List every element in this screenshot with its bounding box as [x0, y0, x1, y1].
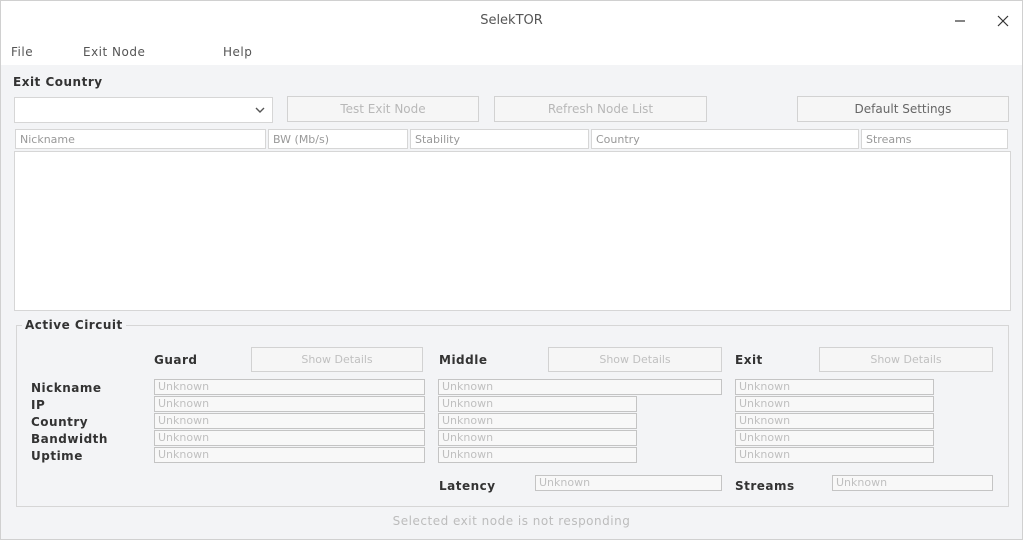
row-label-ip: IP — [31, 398, 46, 412]
column-header-nickname[interactable]: Nickname — [15, 129, 266, 149]
middle-column-label: Middle — [439, 353, 488, 367]
test-exit-button[interactable]: Test Exit Node — [287, 96, 479, 122]
guard-ip-field: Unknown — [154, 396, 425, 412]
country-combobox[interactable] — [14, 97, 273, 123]
menu-help[interactable]: Help — [223, 45, 252, 59]
exit-column-label: Exit — [735, 353, 763, 367]
chevron-down-icon — [254, 104, 266, 119]
column-header-streams[interactable]: Streams — [861, 129, 1008, 149]
title-bar: SelekTOR — [1, 1, 1022, 41]
guard-column-label: Guard — [154, 353, 198, 367]
minimize-icon — [955, 20, 965, 22]
status-text: Selected exit node is not responding — [392, 514, 631, 528]
active-circuit-group: Active Circuit Guard Show Details Middle… — [16, 318, 1009, 507]
column-header-bandwidth[interactable]: BW (Mb/s) — [268, 129, 408, 149]
window-title: SelekTOR — [480, 13, 543, 28]
refresh-list-button[interactable]: Refresh Node List — [494, 96, 707, 122]
close-button[interactable] — [989, 9, 1017, 33]
streams-field: Unknown — [832, 475, 993, 491]
guard-uptime-field: Unknown — [154, 447, 425, 463]
middle-bandwidth-field: Unknown — [438, 430, 637, 446]
app-window: SelekTOR File Exit Node Help Exit Countr… — [0, 0, 1023, 540]
exit-node-table[interactable] — [14, 151, 1011, 311]
row-label-uptime: Uptime — [31, 449, 83, 463]
exit-country-label: Exit Country — [13, 75, 103, 89]
guard-bandwidth-field: Unknown — [154, 430, 425, 446]
row-label-bandwidth: Bandwidth — [31, 432, 108, 446]
default-settings-button[interactable]: Default Settings — [797, 96, 1009, 122]
close-icon — [997, 15, 1009, 27]
menu-exit-node[interactable]: Exit Node — [83, 45, 145, 59]
menu-file[interactable]: File — [11, 45, 33, 59]
exit-bandwidth-field: Unknown — [735, 430, 934, 446]
column-header-country[interactable]: Country — [591, 129, 859, 149]
latency-label: Latency — [439, 479, 496, 493]
guard-nickname-field: Unknown — [154, 379, 425, 395]
latency-field: Unknown — [535, 475, 722, 491]
guard-country-field: Unknown — [154, 413, 425, 429]
streams-label: Streams — [735, 479, 795, 493]
exit-ip-field: Unknown — [735, 396, 934, 412]
active-circuit-title: Active Circuit — [22, 318, 126, 332]
middle-nickname-field: Unknown — [438, 379, 722, 395]
middle-uptime-field: Unknown — [438, 447, 637, 463]
exit-details-button[interactable]: Show Details — [819, 347, 993, 372]
guard-details-button[interactable]: Show Details — [251, 347, 423, 372]
middle-details-button[interactable]: Show Details — [548, 347, 722, 372]
middle-country-field: Unknown — [438, 413, 637, 429]
middle-ip-field: Unknown — [438, 396, 637, 412]
main-content: Exit Country Test Exit Node Refresh Node… — [1, 65, 1022, 539]
menu-bar: File Exit Node Help — [1, 41, 1022, 65]
exit-nickname-field: Unknown — [735, 379, 934, 395]
exit-country-field: Unknown — [735, 413, 934, 429]
row-label-nickname: Nickname — [31, 381, 102, 395]
row-label-country: Country — [31, 415, 89, 429]
column-header-stability[interactable]: Stability — [410, 129, 589, 149]
minimize-button[interactable] — [946, 9, 974, 33]
exit-uptime-field: Unknown — [735, 447, 934, 463]
